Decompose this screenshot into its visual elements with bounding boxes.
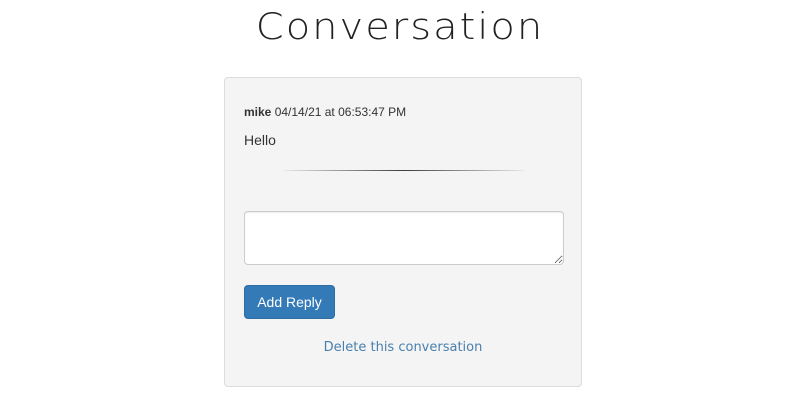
conversation-panel: mike 04/14/21 at 06:53:47 PM Hello Add R…: [224, 77, 582, 387]
message-body: Hello: [244, 132, 276, 148]
message-header: mike 04/14/21 at 06:53:47 PM: [244, 105, 406, 119]
message-author: mike: [244, 105, 272, 119]
message-divider: [284, 170, 524, 171]
reply-input[interactable]: [244, 211, 564, 265]
page-title: Conversation: [255, 5, 545, 49]
add-reply-button[interactable]: Add Reply: [244, 285, 335, 319]
message-timestamp: 04/14/21 at 06:53:47 PM: [274, 105, 407, 119]
delete-conversation-link[interactable]: Delete this conversation: [225, 340, 581, 355]
